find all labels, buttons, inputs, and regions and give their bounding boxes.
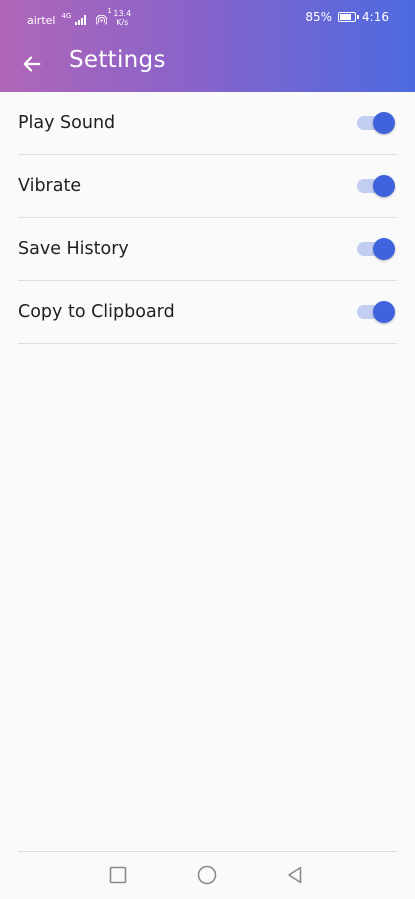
status-bar-right: 85% 4:16 (305, 10, 389, 24)
recent-apps-button[interactable] (106, 863, 130, 887)
clock-time: 4:16 (362, 10, 389, 24)
system-nav-bar (0, 851, 415, 899)
setting-row-save-history[interactable]: Save History (18, 218, 397, 281)
app-bar: Settings (0, 36, 415, 92)
save-history-toggle[interactable] (357, 237, 395, 261)
setting-row-vibrate[interactable]: Vibrate (18, 155, 397, 218)
battery-percent: 85% (305, 10, 333, 24)
network-speed: 1 13.4 K/s (107, 7, 132, 27)
network-speed-unit: K/s (116, 18, 129, 27)
battery-icon (338, 12, 359, 22)
back-button[interactable] (14, 46, 50, 82)
network-type: 4G (61, 11, 72, 20)
setting-row-play-sound[interactable]: Play Sound (18, 92, 397, 155)
toggle-thumb (373, 112, 395, 134)
play-sound-toggle[interactable] (357, 111, 395, 135)
signal-strength-icon (75, 15, 87, 25)
network-speed-superscript: 1 (107, 7, 112, 15)
setting-label: Save History (18, 239, 129, 259)
copy-to-clipboard-toggle[interactable] (357, 300, 395, 324)
system-back-button[interactable] (283, 863, 307, 887)
back-triangle-icon (288, 866, 302, 884)
status-bar: airtel 4G 1 13.4 K/s 85% 4:16 (0, 0, 415, 36)
toggle-thumb (373, 175, 395, 197)
carrier-name: airtel (27, 13, 56, 27)
battery-fill (340, 14, 352, 20)
setting-row-copy-to-clipboard[interactable]: Copy to Clipboard (18, 281, 397, 344)
setting-label: Vibrate (18, 176, 82, 196)
setting-label: Copy to Clipboard (18, 302, 175, 322)
settings-list: Play Sound Vibrate Save History Copy to … (18, 92, 397, 344)
vibrate-toggle[interactable] (357, 174, 395, 198)
recent-apps-square-icon (109, 866, 127, 884)
hotspot-icon (96, 14, 108, 25)
settings-screen: airtel 4G 1 13.4 K/s 85% 4:16 Settings P… (0, 0, 415, 899)
app-header: airtel 4G 1 13.4 K/s 85% 4:16 Settings (0, 0, 415, 92)
network-speed-value: 13.4 (113, 9, 132, 18)
nav-divider (18, 851, 397, 852)
arrow-left-icon (23, 56, 41, 72)
status-bar-left: airtel 4G 1 13.4 K/s (27, 7, 132, 29)
home-button[interactable] (195, 863, 219, 887)
toggle-thumb (373, 301, 395, 323)
page-title: Settings (69, 47, 166, 73)
toggle-thumb (373, 238, 395, 260)
home-circle-icon (197, 865, 217, 885)
setting-label: Play Sound (18, 113, 116, 133)
